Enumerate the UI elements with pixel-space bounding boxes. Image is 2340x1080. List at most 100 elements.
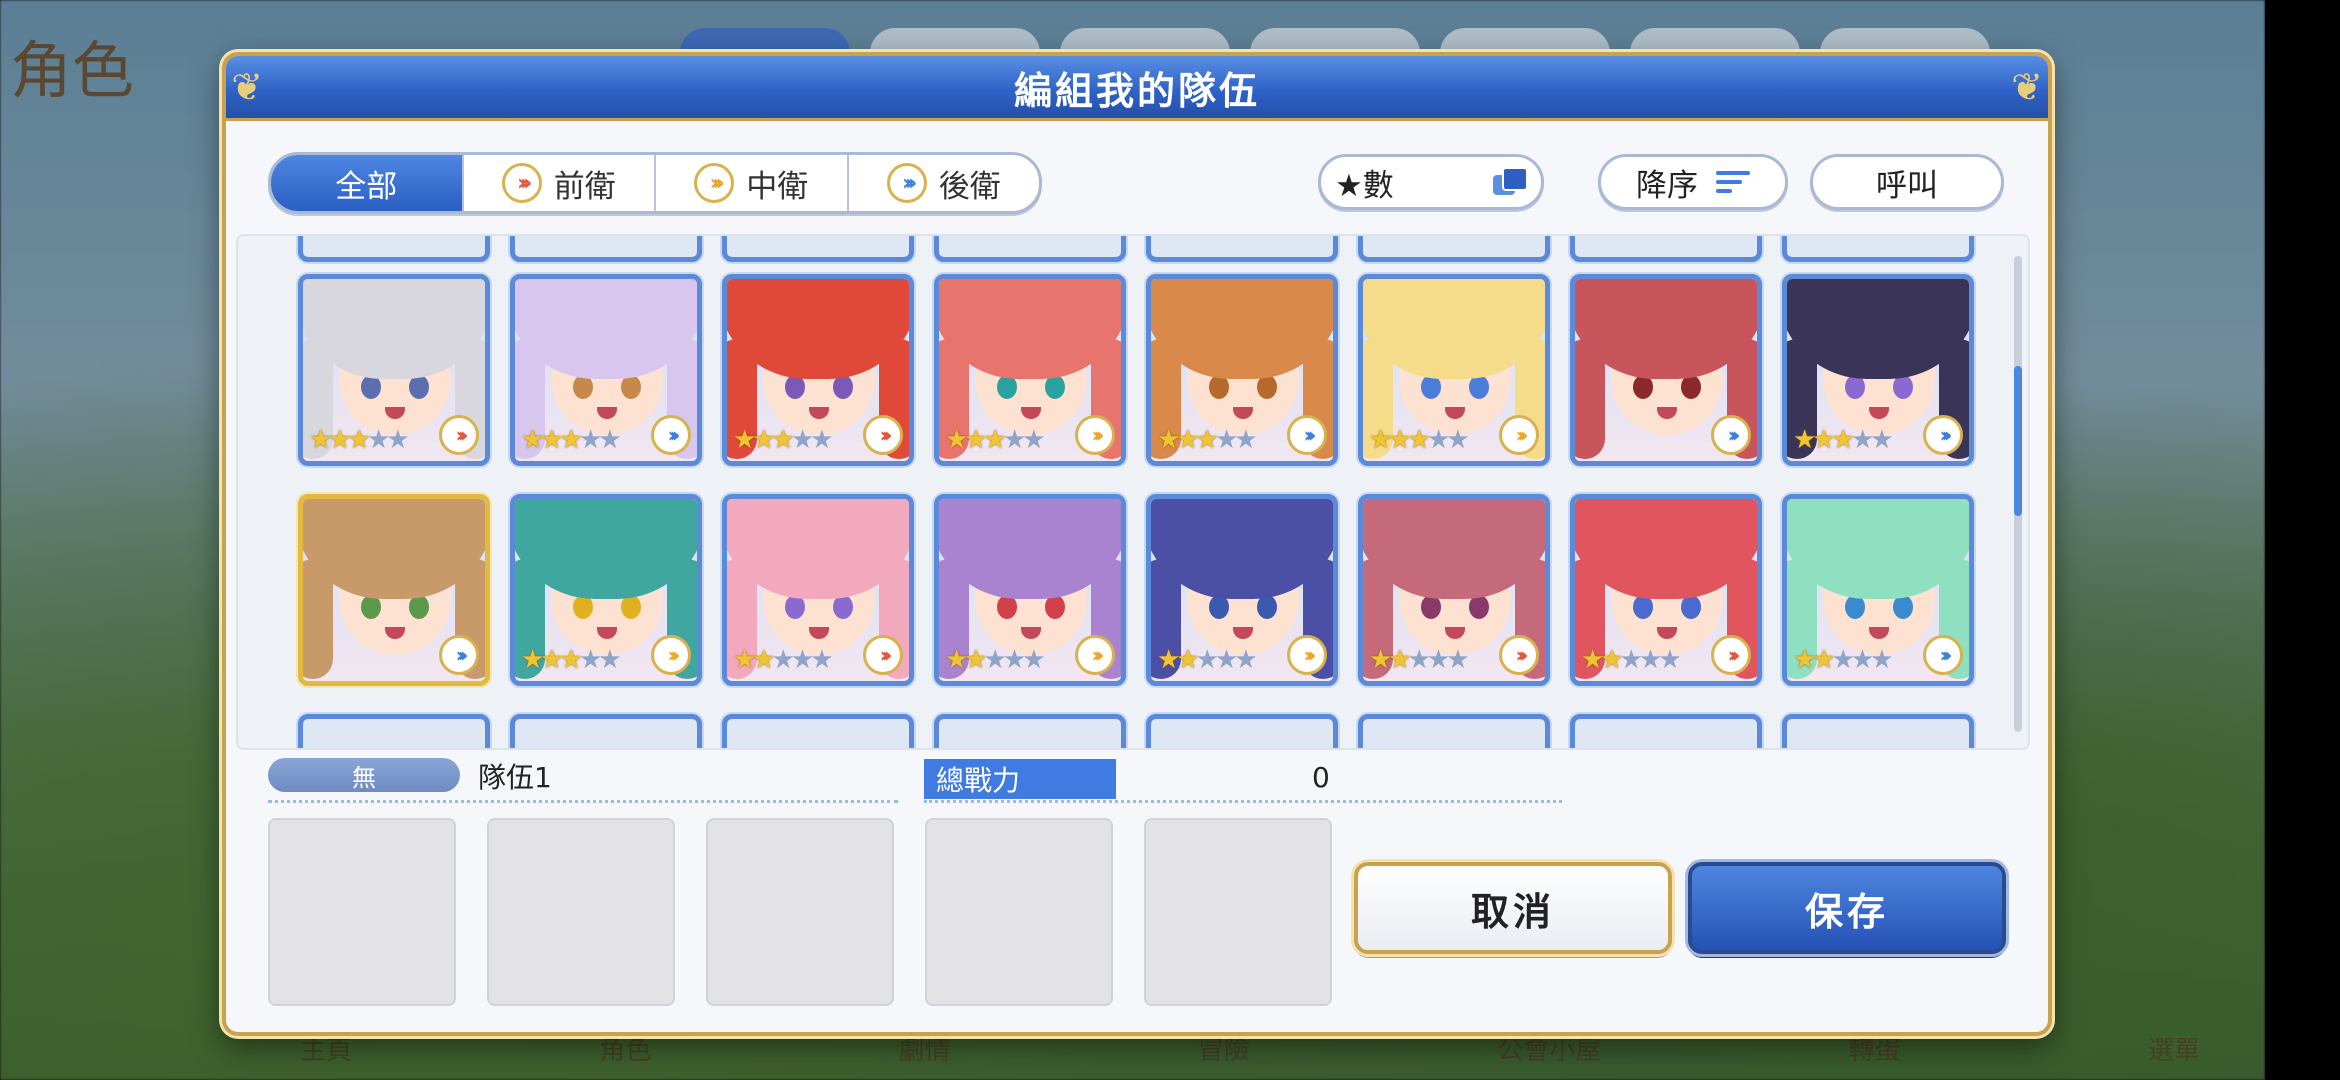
character-card[interactable]: ★★★★★ ››› <box>1782 274 1974 466</box>
front-chevron-icon: ››› <box>501 163 542 203</box>
party-divider <box>268 800 898 803</box>
back-chevron-icon: ››› <box>886 163 927 203</box>
back-role-icon: ››› <box>1711 415 1751 455</box>
character-card[interactable]: ★★★★★ ››› <box>510 274 702 466</box>
call-label: 呼叫 <box>1876 167 1938 204</box>
sort-key-button[interactable]: ★數 <box>1318 154 1544 210</box>
star-rank-icon: ★★★★★ <box>1793 645 1894 675</box>
tab-front-label: 前衛 <box>553 168 616 205</box>
sort-options-icon <box>1493 167 1528 197</box>
party-slot-5[interactable] <box>1144 818 1332 1006</box>
character-card[interactable]: ★★★★★ ››› <box>722 494 914 686</box>
star-rank-icon: ★★★★★ <box>1157 645 1258 675</box>
back-role-icon: ››› <box>651 415 691 455</box>
character-card-partial[interactable] <box>722 714 914 748</box>
star-rank-icon: ★★★★★ <box>1157 425 1258 455</box>
front-role-icon: ››› <box>439 415 479 455</box>
tab-front[interactable]: ››› 前衛 <box>461 155 655 211</box>
mid-role-icon: ››› <box>1499 415 1539 455</box>
character-card-partial[interactable] <box>1570 714 1762 748</box>
character-card[interactable]: ★★★★★ ››› <box>934 274 1126 466</box>
character-grid[interactable]: ★★★★★ ››› ★★★★★ ››› ★★★★★ ››› ★★★★★ ››› ★★★★★ ›››… <box>236 234 2030 750</box>
character-card-partial[interactable] <box>934 714 1126 748</box>
back-role-icon: ››› <box>1923 635 1963 675</box>
character-card-partial[interactable] <box>934 236 1126 262</box>
sort-order-label: 降序 <box>1636 167 1698 204</box>
call-button[interactable]: 呼叫 <box>1810 154 2004 210</box>
background-nav-item: 選單 <box>2147 1036 2200 1066</box>
character-card[interactable]: ★★★★★ ››› <box>722 274 914 466</box>
star-rank-icon: ★★★★★ <box>945 645 1046 675</box>
save-button[interactable]: 保存 <box>1688 862 2006 954</box>
character-card-partial[interactable] <box>722 236 914 262</box>
character-card-partial[interactable] <box>298 236 490 262</box>
character-card[interactable]: ★★★★★ ››› <box>1358 494 1550 686</box>
party-tag[interactable]: 無 <box>268 758 460 792</box>
star-rank-icon: ★★★★★ <box>1369 425 1470 455</box>
tab-back-label: 後衛 <box>938 168 1001 205</box>
character-card-partial[interactable] <box>1146 236 1338 262</box>
front-role-icon: ››› <box>1499 635 1539 675</box>
grid-scrollbar[interactable] <box>2014 256 2022 732</box>
sort-descending-icon <box>1716 171 1750 193</box>
party-slot-3[interactable] <box>706 818 894 1006</box>
character-card-partial[interactable] <box>1358 714 1550 748</box>
back-role-icon: ››› <box>1287 415 1327 455</box>
character-card[interactable]: ★★★★★ ››› <box>934 494 1126 686</box>
character-card[interactable]: ★★★★★ ››› <box>1146 494 1338 686</box>
star-rank-icon: ★★★★★ <box>1793 425 1894 455</box>
front-role-icon: ››› <box>863 635 903 675</box>
star-rank-icon: ★★★★★ <box>1369 645 1470 675</box>
power-divider <box>924 800 1562 803</box>
grid-scroll-thumb[interactable] <box>2014 366 2022 516</box>
character-card[interactable]: ★★★★★ ››› <box>1146 274 1338 466</box>
screen-edge-bar <box>2265 0 2340 1080</box>
star-rank-icon: ★★★★★ <box>1581 645 1682 675</box>
star-rank-icon: ★★★★★ <box>733 645 834 675</box>
dialog-title: 編組我的隊伍 <box>1013 68 1260 113</box>
sort-key-label: ★數 <box>1335 167 1394 204</box>
star-rank-icon: ★★★★★ <box>733 425 834 455</box>
character-card-partial[interactable] <box>1782 236 1974 262</box>
tab-mid[interactable]: ››› 中衛 <box>654 155 847 211</box>
back-role-icon: ››› <box>439 635 479 675</box>
back-role-icon: ››› <box>1923 415 1963 455</box>
character-card-partial[interactable] <box>1146 714 1338 748</box>
character-card-partial[interactable] <box>1570 236 1762 262</box>
character-card-partial[interactable] <box>1358 236 1550 262</box>
star-rank-icon: ★★★★★ <box>945 425 1046 455</box>
character-card[interactable]: ★★★★★ ››› <box>1358 274 1550 466</box>
sort-order-button[interactable]: 降序 <box>1598 154 1788 210</box>
tab-all[interactable]: 全部 <box>271 155 462 211</box>
party-slot-2[interactable] <box>487 818 675 1006</box>
party-slot-4[interactable] <box>925 818 1113 1006</box>
character-card[interactable]: ››› <box>1570 274 1762 466</box>
tab-back[interactable]: ››› 後衛 <box>846 155 1040 211</box>
character-card-partial[interactable] <box>298 714 490 748</box>
character-card-partial[interactable] <box>1782 714 1974 748</box>
character-card-partial[interactable] <box>510 714 702 748</box>
mid-role-icon: ››› <box>1075 415 1115 455</box>
front-role-icon: ››› <box>1711 635 1751 675</box>
character-card[interactable]: ★★★★★ ››› <box>510 494 702 686</box>
team-edit-dialog: ❦ 編組我的隊伍 ❦ 全部 ››› 前衛 ››› 中衛 ››› 後衛 ★數 降序… <box>222 52 2052 1036</box>
role-filter-tabs: 全部 ››› 前衛 ››› 中衛 ››› 後衛 <box>268 152 1042 214</box>
character-card-partial[interactable] <box>510 236 702 262</box>
tab-mid-label: 中衛 <box>746 168 809 205</box>
party-name: 隊伍1 <box>478 761 552 794</box>
background-screen-title: 角色 <box>10 34 135 107</box>
character-card[interactable]: ››› <box>298 494 490 686</box>
character-card[interactable]: ★★★★★ ››› <box>1570 494 1762 686</box>
character-card[interactable]: ★★★★★ ››› <box>1782 494 1974 686</box>
mid-role-icon: ››› <box>651 635 691 675</box>
dialog-header: ❦ 編組我的隊伍 ❦ <box>226 56 2048 121</box>
character-card[interactable]: ★★★★★ ››› <box>298 274 490 466</box>
mid-role-icon: ››› <box>1075 635 1115 675</box>
star-rank-icon: ★★★★★ <box>309 425 410 455</box>
ornament-left-icon: ❦ <box>231 65 263 109</box>
total-power-label: 總戰力 <box>924 759 1116 799</box>
star-rank-icon: ★★★★★ <box>521 425 622 455</box>
party-slot-1[interactable] <box>268 818 456 1006</box>
cancel-button[interactable]: 取消 <box>1354 862 1672 954</box>
mid-chevron-icon: ››› <box>694 163 735 203</box>
